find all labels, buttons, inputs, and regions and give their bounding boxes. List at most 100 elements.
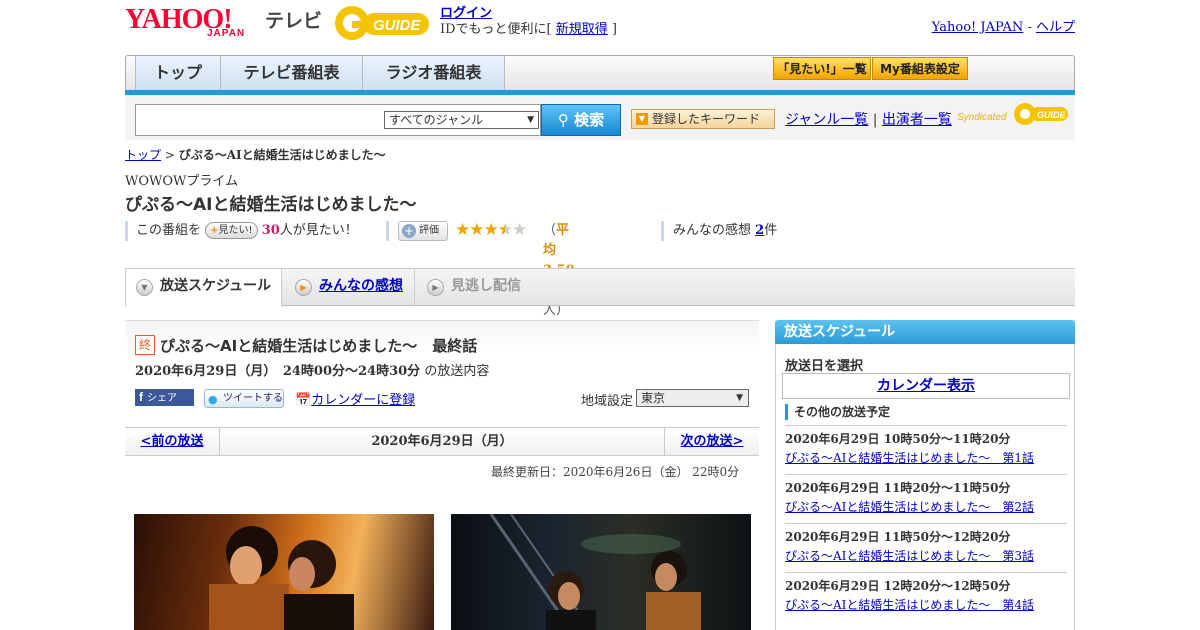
select-date-label: 放送日を選択 <box>785 359 864 374</box>
impressions-label: みんなの感想 <box>673 223 756 238</box>
triangle-down-icon: ▼ <box>636 113 648 125</box>
play-icon: ▶ <box>295 279 312 296</box>
star-half-icon: ★ <box>497 220 513 240</box>
my-schedule-settings-button[interactable]: My番組表設定 <box>872 57 968 80</box>
last-updated: 最終更新日：2020年6月26日（金） 22時0分 <box>491 465 740 479</box>
schedule-time: 2020年6月29日 11時50分～12時20分 <box>785 530 1011 544</box>
tab-schedule-label: 放送スケジュール <box>160 278 272 294</box>
want-button-label: 見たい! <box>218 225 253 236</box>
episode-date: 2020年6月29日（月） 24時00分～24時30分 の放送内容 <box>135 360 489 379</box>
episode-photo <box>451 514 751 630</box>
star-icon: ★★★ <box>455 220 499 240</box>
login-note-end: ] <box>607 22 617 37</box>
tweet-label: ツイートする <box>223 393 283 404</box>
schedule-episode-link[interactable]: ぴぷる～AIと結婚生活はじめました～ 第3話 <box>785 549 1034 563</box>
region-select-value: 東京 <box>641 391 666 405</box>
play-icon: ▶ <box>427 279 444 296</box>
stat-divider <box>386 221 389 241</box>
episode-info: 終 ぴぷる～AIと結婚生活はじめました～ 最終話 2020年6月29日（月） 2… <box>125 320 759 425</box>
episode-datetime: 2020年6月29日（月） 24時00分～24時30分 <box>135 364 421 379</box>
signup-link[interactable]: 新規取得 <box>556 22 608 37</box>
breadcrumb-top-link[interactable]: トップ <box>125 148 161 162</box>
sidebar-title: 放送スケジュール <box>775 320 1075 344</box>
link-separator: - <box>1023 20 1036 35</box>
service-name[interactable]: テレビ <box>265 6 322 33</box>
nav-tab-top[interactable]: トップ <box>135 56 221 90</box>
want-stat: この番組を +見たい! 30人が見たい！ <box>136 221 358 241</box>
schedule-episode-link[interactable]: ぴぷる～AIと結婚生活はじめました～ 第4話 <box>785 598 1034 612</box>
episode-photo-art <box>209 526 354 630</box>
twitter-icon: ● <box>208 393 218 406</box>
broadcast-pager: <前の放送 2020年6月29日（月） 次の放送> <box>125 427 759 456</box>
want-count: 30 <box>261 223 280 238</box>
other-broadcasts-heading: その他の放送予定 <box>785 404 890 420</box>
rate-button-label: 評価 <box>419 225 439 236</box>
nav-tab-tv-schedule[interactable]: テレビ番組表 <box>221 56 363 90</box>
want-button[interactable]: +見たい! <box>205 222 258 239</box>
svg-text:GUIDE: GUIDE <box>1037 110 1067 120</box>
registered-keyword-label: 登録したキーワード <box>652 112 761 126</box>
rating-stars: ★★★★★ <box>455 220 527 240</box>
login-note: IDでもっと便利に[ <box>440 22 556 37</box>
breadcrumb-current: ぴぷる～AIと結婚生活はじめました～ <box>178 148 386 162</box>
schedule-episode-link[interactable]: ぴぷる～AIと結婚生活はじめました～ 第2話 <box>785 500 1034 514</box>
tab-reviews-label: みんなの感想 <box>319 278 403 294</box>
want-suffix: 人が見たい！ <box>279 223 358 238</box>
channel-name: WOWOWプライム <box>125 174 239 189</box>
login-link[interactable]: ログイン <box>440 6 492 21</box>
schedule-episode-link[interactable]: ぴぷる～AIと結婚生活はじめました～ 第1話 <box>785 451 1034 465</box>
genre-select[interactable]: すべてのジャンル ▼ <box>384 111 539 129</box>
want-list-button[interactable]: 「見たい!」一覧 <box>773 57 871 80</box>
episode-photo <box>134 514 434 630</box>
list-item: 2020年6月29日 11時50分～12時20分 ぴぷる～AIと結婚生活はじめま… <box>785 523 1067 572</box>
tab-streaming: ▶ 見逃し配信 <box>417 269 547 306</box>
search-button[interactable]: ⚲ 検索 <box>541 104 621 136</box>
search-button-label: 検索 <box>574 111 605 129</box>
star-empty-icon: ★ <box>511 220 527 240</box>
chevron-down-icon: ▼ <box>736 393 743 403</box>
tweet-button[interactable]: ● ツイートする <box>204 389 284 408</box>
genre-select-value: すべてのジャンル <box>389 113 484 127</box>
episode-title: ぴぷる～AIと結婚生活はじめました～ 最終話 <box>160 337 478 355</box>
region-label: 地域設定 <box>581 394 634 409</box>
prev-broadcast-link[interactable]: <前の放送 <box>125 428 220 455</box>
tab-schedule[interactable]: ▼ 放送スケジュール <box>125 269 282 307</box>
impressions-unit: 件 <box>764 223 778 238</box>
chevron-down-icon: ▼ <box>136 279 153 296</box>
genre-list-link[interactable]: ジャンル一覧 <box>785 112 868 128</box>
episode-date-suffix: の放送内容 <box>420 364 490 379</box>
calendar-view-button[interactable]: カレンダー表示 <box>782 373 1070 399</box>
yahoo-japan-link[interactable]: Yahoo! JAPAN <box>932 20 1024 35</box>
rate-button[interactable]: + 評価 <box>398 221 448 241</box>
want-label: この番組を <box>136 223 202 238</box>
schedule-time: 2020年6月29日 12時20分～12時50分 <box>785 579 1011 593</box>
calendar-add-icon: 📅 <box>295 393 312 408</box>
chevron-down-icon: ▼ <box>527 115 534 125</box>
registered-keyword-button[interactable]: ▼ 登録したキーワード <box>631 109 775 129</box>
program-title: ぴぷる～AIと結婚生活はじめました～ <box>125 195 417 215</box>
cast-list-link[interactable]: 出演者一覧 <box>882 112 952 128</box>
next-broadcast-link[interactable]: 次の放送> <box>664 428 759 455</box>
stat-divider <box>661 221 664 241</box>
breadcrumb-separator: > <box>161 148 179 162</box>
gguide-logo: GUIDE <box>335 6 429 40</box>
help-link[interactable]: ヘルプ <box>1036 20 1075 35</box>
final-episode-badge: 終 <box>135 335 155 355</box>
search-links: ジャンル一覧 | 出演者一覧 <box>785 109 952 129</box>
region-select[interactable]: 東京 ▼ <box>636 389 749 407</box>
facebook-share-button[interactable]: f シェア <box>135 389 194 406</box>
list-item: 2020年6月29日 10時50分～11時20分 ぴぷる～AIと結婚生活はじめま… <box>785 425 1067 474</box>
tab-reviews[interactable]: ▶ みんなの感想 <box>285 269 415 306</box>
global-nav: トップ テレビ番組表 ラジオ番組表 「見たい!」一覧 My番組表設定 <box>125 55 1075 90</box>
calendar-register-link[interactable]: カレンダーに登録 <box>311 393 415 408</box>
top-right-links: Yahoo! JAPAN - ヘルプ <box>932 16 1075 35</box>
login-box: ログイン IDでもっと便利に[ 新規取得 ] <box>440 6 617 38</box>
site-header: YAHOO! JAPAN テレビ GUIDE ログイン IDでもっと便利に[ 新… <box>125 0 1075 52</box>
nav-tab-radio-schedule[interactable]: ラジオ番組表 <box>363 56 505 90</box>
stat-divider <box>125 221 128 241</box>
sidebar-schedule: 放送日を選択 カレンダー表示 その他の放送予定 2020年6月29日 10時50… <box>775 344 1075 630</box>
episode-photo-art <box>489 514 701 630</box>
impressions-count-link[interactable]: 2 <box>755 223 764 238</box>
facebook-share-label: シェア <box>147 393 177 404</box>
schedule-time: 2020年6月29日 11時20分～11時50分 <box>785 481 1011 495</box>
